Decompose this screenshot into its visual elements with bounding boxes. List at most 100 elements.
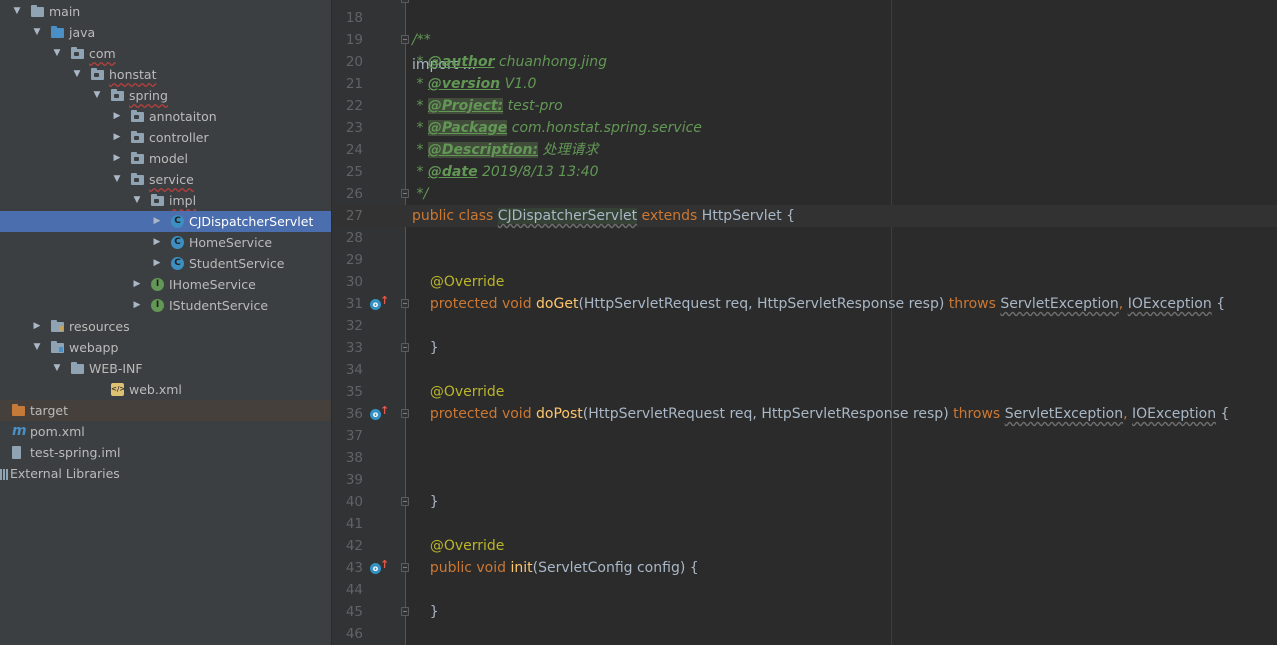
expand-arrow-icon[interactable]: ▶ bbox=[111, 127, 123, 148]
tree-node[interactable]: ▼ honstat bbox=[0, 64, 331, 85]
tree-node[interactable]: ▼ webapp bbox=[0, 337, 331, 358]
code-line[interactable]: 22 * @Project: test-pro bbox=[332, 95, 1277, 117]
tree-node[interactable]: ▼ java bbox=[0, 22, 331, 43]
code-line[interactable]: 36 o ↑ protected void doPost(HttpServletRe… bbox=[332, 403, 1277, 425]
expand-arrow-icon[interactable]: ▶ bbox=[131, 295, 143, 316]
code-line[interactable]: 26 */ bbox=[332, 183, 1277, 205]
tree-node[interactable]: ▼ spring bbox=[0, 85, 331, 106]
line-number: 24 bbox=[345, 142, 363, 158]
code-line[interactable]: 23 * @Package com.honstat.spring.service bbox=[332, 117, 1277, 139]
code-line[interactable]: 24 * @Description: 处理请求 bbox=[332, 139, 1277, 161]
tree-node[interactable]: </> web.xml bbox=[0, 379, 331, 400]
code-editor[interactable]: import ... 18 19/** 20 * @author chuanhong… bbox=[332, 0, 1277, 645]
code-line[interactable]: 19 /** bbox=[332, 29, 1277, 51]
code-line[interactable]: 34 bbox=[332, 359, 1277, 381]
code-line[interactable]: 30 @Override bbox=[332, 271, 1277, 293]
tree-node-label: External Libraries bbox=[10, 466, 120, 481]
tree-node[interactable]: ▶ C StudentService bbox=[0, 253, 331, 274]
expand-arrow-icon[interactable]: ▶ bbox=[151, 253, 163, 274]
fold-marker-icon[interactable] bbox=[401, 607, 409, 616]
fold-marker-icon[interactable] bbox=[401, 563, 409, 572]
code-line[interactable]: 29 bbox=[332, 249, 1277, 271]
tree-node[interactable]: ▶ controller bbox=[0, 127, 331, 148]
fold-marker-icon[interactable] bbox=[401, 497, 409, 506]
tree-node[interactable]: test-spring.iml bbox=[0, 442, 331, 463]
collapse-arrow-icon[interactable]: ▼ bbox=[71, 64, 83, 85]
fold-marker-icon[interactable] bbox=[401, 409, 409, 418]
fold-marker[interactable] bbox=[401, 0, 409, 3]
code-token: protected void bbox=[429, 296, 537, 312]
package-icon bbox=[131, 131, 144, 143]
code-line[interactable]: 20 * @author chuanhong.jing bbox=[332, 51, 1277, 73]
code-line[interactable]: 38 bbox=[332, 447, 1277, 469]
code-token: @Package bbox=[427, 120, 508, 136]
code-line[interactable]: 33 } bbox=[332, 337, 1277, 359]
tree-node[interactable]: ▼ impl bbox=[0, 190, 331, 211]
code-token: chuanhong.jing bbox=[494, 54, 608, 70]
collapse-arrow-icon[interactable]: ▼ bbox=[51, 43, 63, 64]
code-line[interactable]: 37 bbox=[332, 425, 1277, 447]
tree-node[interactable]: ▶ resources bbox=[0, 316, 331, 337]
code-token: @version bbox=[427, 76, 501, 92]
code-line[interactable]: 27 public class CJDispatcherServlet exten… bbox=[332, 205, 1277, 227]
tree-node[interactable]: ▼ service bbox=[0, 169, 331, 190]
tree-node[interactable]: ▼ com bbox=[0, 43, 331, 64]
code-token: @Description: bbox=[427, 142, 539, 158]
collapse-arrow-icon[interactable]: ▼ bbox=[11, 1, 23, 22]
code-line[interactable]: 46 bbox=[332, 623, 1277, 645]
web-folder-icon bbox=[51, 341, 64, 353]
expand-arrow-icon[interactable]: ▶ bbox=[111, 106, 123, 127]
tree-node[interactable]: External Libraries bbox=[0, 463, 331, 484]
expand-arrow-icon[interactable]: ▶ bbox=[151, 211, 163, 232]
tree-node[interactable]: ▶ C CJDispatcherServlet bbox=[0, 211, 331, 232]
expand-arrow-icon[interactable]: ▶ bbox=[31, 316, 43, 337]
code-text: public void init(ServletConfig config) { bbox=[412, 557, 699, 579]
code-line[interactable]: 32 bbox=[332, 315, 1277, 337]
collapse-arrow-icon[interactable]: ▼ bbox=[51, 358, 63, 379]
collapse-arrow-icon[interactable]: ▼ bbox=[131, 190, 143, 211]
line-number: 44 bbox=[345, 582, 363, 598]
fold-marker-icon[interactable] bbox=[401, 343, 409, 352]
override-method-icon[interactable]: o ↑ bbox=[370, 405, 389, 421]
fold-marker-icon[interactable] bbox=[401, 189, 409, 198]
code-line[interactable]: 28 bbox=[332, 227, 1277, 249]
tree-node[interactable]: ▼ main bbox=[0, 1, 331, 22]
code-line[interactable]: 39 bbox=[332, 469, 1277, 491]
code-line[interactable]: 44 bbox=[332, 579, 1277, 601]
tree-node[interactable]: ▶ annotaiton bbox=[0, 106, 331, 127]
override-method-icon[interactable]: o ↑ bbox=[370, 559, 389, 575]
code-line[interactable]: 40 } bbox=[332, 491, 1277, 513]
tree-node-label: WEB-INF bbox=[89, 361, 143, 376]
folder-icon bbox=[71, 362, 84, 374]
code-line[interactable]: 35 @Override bbox=[332, 381, 1277, 403]
code-line[interactable]: 45 } bbox=[332, 601, 1277, 623]
code-token: (HttpServletRequest req, HttpServletResp… bbox=[582, 406, 954, 422]
tree-node[interactable]: ▶ I IHomeService bbox=[0, 274, 331, 295]
code-line[interactable]: 41 bbox=[332, 513, 1277, 535]
tree-node[interactable]: ▶ C HomeService bbox=[0, 232, 331, 253]
collapse-arrow-icon[interactable]: ▼ bbox=[31, 337, 43, 358]
tree-node[interactable]: ▶ I IStudentService bbox=[0, 295, 331, 316]
fold-marker-icon[interactable] bbox=[401, 299, 409, 308]
line-number: 20 bbox=[345, 54, 363, 70]
collapse-arrow-icon[interactable]: ▼ bbox=[31, 22, 43, 43]
tree-node[interactable]: target bbox=[0, 400, 331, 421]
code-line[interactable]: 25 * @date 2019/8/13 13:40 bbox=[332, 161, 1277, 183]
code-token: } bbox=[412, 494, 439, 510]
code-line[interactable]: 42 @Override bbox=[332, 535, 1277, 557]
fold-marker-icon[interactable] bbox=[401, 35, 409, 44]
code-line[interactable]: 43 o ↑ public void init(ServletConfig conf… bbox=[332, 557, 1277, 579]
expand-arrow-icon[interactable]: ▶ bbox=[151, 232, 163, 253]
tree-node[interactable]: ▶ model bbox=[0, 148, 331, 169]
code-line[interactable]: 31 o ↑ protected void doGet(HttpServletReq… bbox=[332, 293, 1277, 315]
code-line[interactable]: 18 bbox=[332, 7, 1277, 29]
code-line[interactable]: 21 * @version V1.0 bbox=[332, 73, 1277, 95]
tree-node[interactable]: ▼ WEB-INF bbox=[0, 358, 331, 379]
tree-node[interactable]: m pom.xml bbox=[0, 421, 331, 442]
collapse-arrow-icon[interactable]: ▼ bbox=[91, 85, 103, 106]
collapse-arrow-icon[interactable]: ▼ bbox=[111, 169, 123, 190]
expand-arrow-icon[interactable]: ▶ bbox=[131, 274, 143, 295]
override-method-icon[interactable]: o ↑ bbox=[370, 295, 389, 311]
line-number: 41 bbox=[345, 516, 363, 532]
expand-arrow-icon[interactable]: ▶ bbox=[111, 148, 123, 169]
